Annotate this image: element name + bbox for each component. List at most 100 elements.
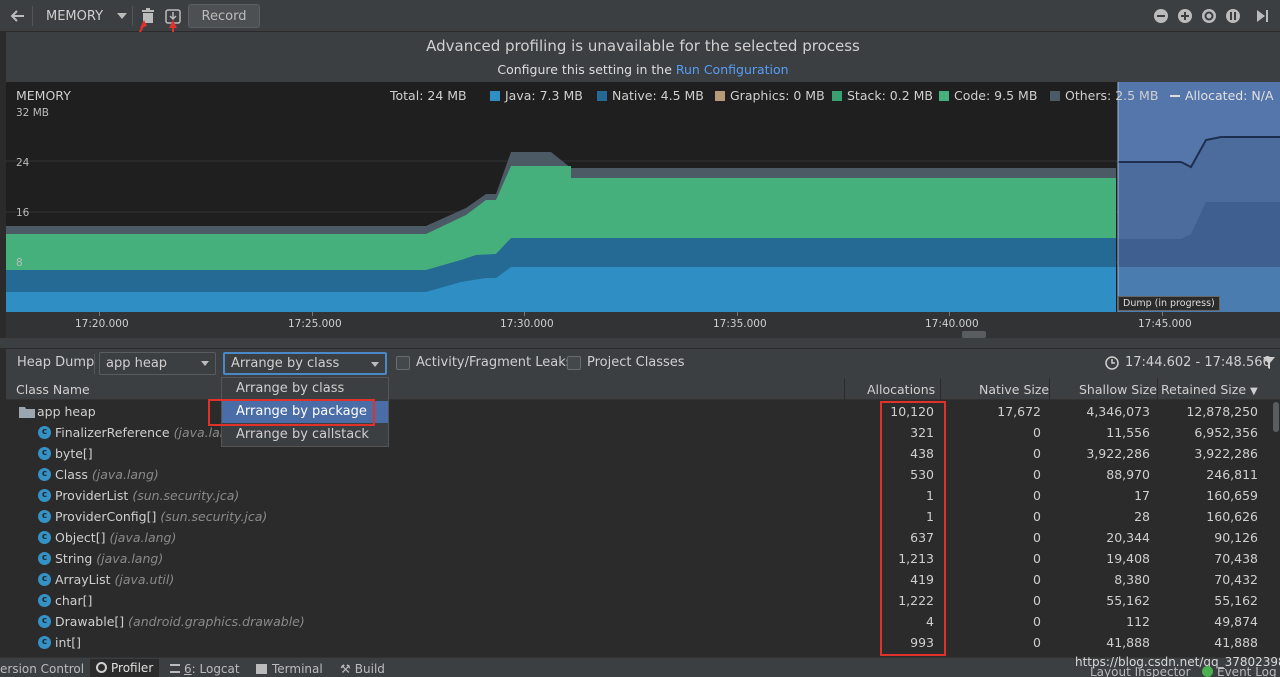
col-retained-size-label: Retained Size: [1161, 382, 1247, 397]
table-row[interactable]: c byte[] 438 0 3,922,286 3,922,286: [6, 443, 1268, 464]
profiler-toolbar: MEMORY Record: [0, 0, 1280, 46]
row-package: (java.lang): [91, 467, 159, 482]
time-tick: 17:40.000: [925, 318, 979, 330]
version-control-tab[interactable]: ersion Control: [0, 662, 84, 676]
time-tick: 17:30.000: [500, 318, 554, 330]
row-retained-size: 55,162: [1214, 593, 1258, 608]
zoom-out-button[interactable]: [1153, 0, 1169, 32]
time-tick: 17:35.000: [713, 318, 767, 330]
profiler-icon: [96, 662, 107, 673]
row-shallow-size: 41,888: [1106, 635, 1150, 650]
legend-graphics: Graphics: 0 MB: [715, 88, 825, 103]
pause-button[interactable]: [1225, 0, 1241, 32]
chevron-down-icon: [201, 361, 209, 366]
row-native-size: 0: [1033, 551, 1041, 566]
terminal-tab[interactable]: Terminal: [256, 662, 323, 676]
panel-splitter[interactable]: [0, 338, 1280, 348]
table-row[interactable]: c String (java.lang) 1,213 0 19,408 70,438: [6, 548, 1268, 569]
back-button[interactable]: [10, 0, 26, 32]
row-native-size: 17,672: [997, 404, 1041, 419]
run-configuration-link[interactable]: Run Configuration: [676, 62, 789, 77]
table-row[interactable]: c Drawable[] (android.graphics.drawable) 4…: [6, 611, 1268, 632]
toolbar-divider: [94, 354, 95, 374]
arrange-select[interactable]: Arrange by class: [223, 352, 387, 375]
chevron-down-icon: [117, 13, 128, 19]
time-tick: 17:25.000: [288, 318, 342, 330]
record-button[interactable]: Record: [188, 4, 260, 28]
tick-mark: [524, 312, 525, 316]
option-arrange-by-class[interactable]: Arrange by class: [222, 378, 388, 400]
heap-select[interactable]: app heap: [99, 352, 216, 375]
row-native-size: 0: [1033, 530, 1041, 545]
legend-graphics-label: Graphics: 0 MB: [730, 88, 825, 103]
table-row[interactable]: c ArrayList (java.util) 419 0 8,380 70,432: [6, 569, 1268, 590]
layout-inspector-tab[interactable]: Layout Inspector: [1090, 665, 1191, 677]
filter-button[interactable]: [1262, 356, 1276, 373]
row-class-name: ProviderList: [55, 488, 129, 503]
profiler-select-value: MEMORY: [46, 8, 104, 24]
table-row[interactable]: c FinalizerReference (java.lang) 321 0 11,55…: [6, 422, 1268, 443]
project-classes-checkbox[interactable]: [567, 356, 581, 370]
row-name: FinalizerReference (java.lang): [55, 425, 241, 440]
legend-allocated-label: Allocated: N/A: [1185, 88, 1274, 103]
jump-to-live-button[interactable]: [1256, 0, 1270, 32]
class-icon: c: [38, 447, 51, 460]
timeline-scrollbar-thumb[interactable]: [962, 331, 986, 338]
legend-others: Others: 2.5 MB: [1050, 88, 1158, 103]
option-arrange-by-callstack[interactable]: Arrange by callstack: [222, 424, 388, 446]
row-retained-size: 246,811: [1206, 467, 1258, 482]
row-package: (java.lang): [96, 551, 164, 566]
class-icon: c: [38, 573, 51, 586]
table-row[interactable]: c ProviderList (sun.security.jca) 1 0 17 160,…: [6, 485, 1268, 506]
row-native-size: 0: [1033, 446, 1041, 461]
table-row-app-heap[interactable]: app heap 10,120 17,672 4,346,073 12,878,…: [6, 401, 1268, 422]
row-shallow-size: 20,344: [1106, 530, 1150, 545]
banner-title: Advanced profiling is unavailable for th…: [426, 37, 860, 55]
profiler-tab[interactable]: Profiler: [90, 659, 160, 677]
column-divider: [1049, 378, 1050, 400]
zoom-out-icon: [1154, 9, 1168, 23]
table-scrollbar[interactable]: [1272, 402, 1280, 656]
row-retained-size: 49,874: [1214, 614, 1258, 629]
col-native-size[interactable]: Native Size: [979, 382, 1049, 397]
banner-subtitle-prefix: Configure this setting in the: [497, 62, 676, 77]
row-package: (java.lang): [109, 530, 177, 545]
row-retained-size: 12,878,250: [1186, 404, 1258, 419]
class-icon: c: [38, 510, 51, 523]
col-allocations[interactable]: Allocations: [867, 382, 935, 397]
build-tab-label: Build: [354, 662, 385, 676]
memory-chart-area: [6, 82, 1280, 312]
reset-zoom-button[interactable]: [1201, 0, 1217, 32]
table-row[interactable]: c ProviderConfig[] (sun.security.jca) 1 0 28…: [6, 506, 1268, 527]
row-retained-size: 70,438: [1214, 551, 1258, 566]
table-row[interactable]: c Object[] (java.lang) 637 0 20,344 90,126: [6, 527, 1268, 548]
event-log-tab[interactable]: Event Log: [1202, 665, 1277, 677]
column-divider: [844, 378, 845, 400]
table-row[interactable]: c int[] 993 0 41,888 41,888: [6, 632, 1268, 653]
logcat-tab[interactable]: 6: Logcat: [170, 662, 240, 676]
activity-leaks-checkbox[interactable]: [396, 356, 410, 370]
legend-dash: [1170, 95, 1180, 97]
col-class-name[interactable]: Class Name: [16, 382, 90, 397]
table-row[interactable]: c char[] 1,222 0 55,162 55,162: [6, 590, 1268, 611]
time-tick: 17:45.000: [1138, 318, 1192, 330]
table-row[interactable]: c Class (java.lang) 530 0 88,970 246,811: [6, 464, 1268, 485]
row-shallow-size: 112: [1126, 614, 1150, 629]
row-name: ArrayList (java.util): [55, 572, 174, 587]
legend-native-label: Native: 4.5 MB: [612, 88, 704, 103]
col-retained-size[interactable]: Retained Size ▼: [1161, 382, 1258, 397]
build-tab[interactable]: ⚒ Build: [340, 662, 385, 676]
profiler-select[interactable]: MEMORY: [46, 0, 128, 32]
scrollbar-thumb[interactable]: [1273, 402, 1279, 432]
row-retained-size: 6,952,356: [1194, 425, 1258, 440]
row-retained-size: 70,432: [1214, 572, 1258, 587]
class-icon: c: [38, 594, 51, 607]
col-shallow-size[interactable]: Shallow Size: [1079, 382, 1157, 397]
time-axis: 17:20.000 17:25.000 17:30.000 17:35.000 …: [6, 312, 1280, 338]
row-name: String (java.lang): [55, 551, 163, 566]
row-shallow-size: 28: [1134, 509, 1150, 524]
zoom-in-button[interactable]: [1177, 0, 1193, 32]
row-shallow-size: 4,346,073: [1086, 404, 1150, 419]
legend-java: Java: 7.3 MB: [490, 88, 583, 103]
annotation-box-allocations: [880, 401, 946, 656]
